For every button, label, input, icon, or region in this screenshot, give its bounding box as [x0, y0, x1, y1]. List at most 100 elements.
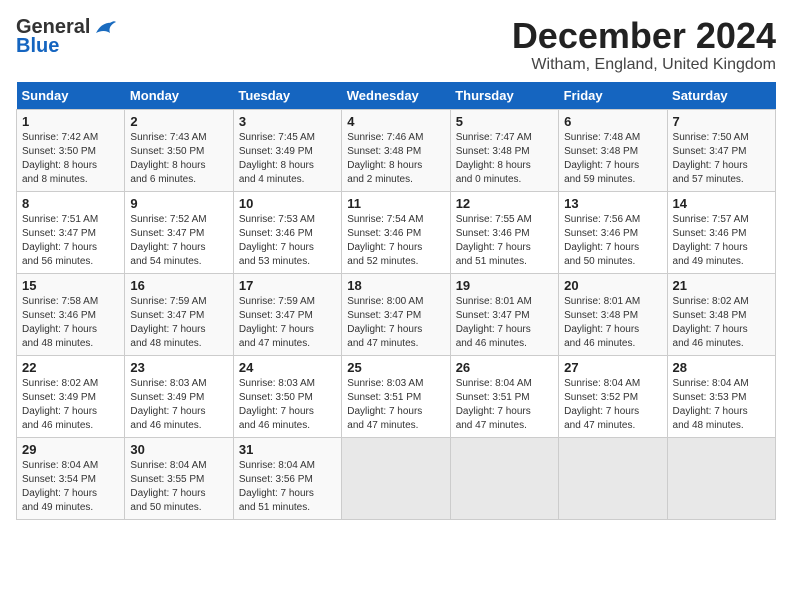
day-info: Sunrise: 8:04 AMSunset: 3:52 PMDaylight:…	[564, 377, 661, 433]
day-header-saturday: Saturday	[667, 82, 775, 110]
day-number: 14	[673, 196, 770, 211]
calendar-cell: 23 Sunrise: 8:03 AMSunset: 3:49 PMDayligh…	[125, 355, 233, 437]
calendar-cell	[450, 437, 558, 519]
day-info: Sunrise: 7:46 AMSunset: 3:48 PMDaylight:…	[347, 131, 444, 187]
day-number: 29	[22, 442, 119, 457]
logo: General Blue	[16, 16, 116, 58]
day-number: 16	[130, 278, 227, 293]
day-info: Sunrise: 7:55 AMSunset: 3:46 PMDaylight:…	[456, 213, 553, 269]
month-title: December 2024	[512, 16, 776, 56]
calendar-cell: 19 Sunrise: 8:01 AMSunset: 3:47 PMDayligh…	[450, 273, 558, 355]
calendar-cell: 18 Sunrise: 8:00 AMSunset: 3:47 PMDayligh…	[342, 273, 450, 355]
calendar-table: SundayMondayTuesdayWednesdayThursdayFrid…	[16, 82, 776, 520]
location: Witham, England, United Kingdom	[512, 56, 776, 74]
day-info: Sunrise: 8:04 AMSunset: 3:55 PMDaylight:…	[130, 459, 227, 515]
day-number: 31	[239, 442, 336, 457]
logo-bird-icon	[94, 19, 116, 37]
calendar-cell: 11Sunrise: 7:54 AMSunset: 3:46 PMDayligh…	[342, 191, 450, 273]
calendar-cell: 2 Sunrise: 7:43 AMSunset: 3:50 PMDaylight…	[125, 109, 233, 191]
day-info: Sunrise: 7:59 AMSunset: 3:47 PMDaylight:…	[130, 295, 227, 351]
day-header-friday: Friday	[559, 82, 667, 110]
week-row-2: 8 Sunrise: 7:51 AMSunset: 3:47 PMDaylight…	[17, 191, 776, 273]
calendar-cell: 25 Sunrise: 8:03 AMSunset: 3:51 PMDayligh…	[342, 355, 450, 437]
calendar-cell: 9Sunrise: 7:52 AMSunset: 3:47 PMDaylight…	[125, 191, 233, 273]
day-number: 15	[22, 278, 119, 293]
week-row-3: 15Sunrise: 7:58 AMSunset: 3:46 PMDayligh…	[17, 273, 776, 355]
calendar-body: 1 Sunrise: 7:42 AMSunset: 3:50 PMDaylight…	[17, 109, 776, 519]
day-info: Sunrise: 8:02 AMSunset: 3:48 PMDaylight:…	[673, 295, 770, 351]
day-number: 12	[456, 196, 553, 211]
day-info: Sunrise: 7:53 AMSunset: 3:46 PMDaylight:…	[239, 213, 336, 269]
day-info: Sunrise: 7:52 AMSunset: 3:47 PMDaylight:…	[130, 213, 227, 269]
day-number: 2	[130, 114, 227, 129]
calendar-cell	[559, 437, 667, 519]
calendar-cell: 29Sunrise: 8:04 AMSunset: 3:54 PMDayligh…	[17, 437, 125, 519]
week-row-4: 22Sunrise: 8:02 AMSunset: 3:49 PMDayligh…	[17, 355, 776, 437]
calendar-cell: 15Sunrise: 7:58 AMSunset: 3:46 PMDayligh…	[17, 273, 125, 355]
day-info: Sunrise: 7:47 AMSunset: 3:48 PMDaylight:…	[456, 131, 553, 187]
day-header-sunday: Sunday	[17, 82, 125, 110]
calendar-cell: 13Sunrise: 7:56 AMSunset: 3:46 PMDayligh…	[559, 191, 667, 273]
day-info: Sunrise: 8:03 AMSunset: 3:50 PMDaylight:…	[239, 377, 336, 433]
calendar-cell: 16 Sunrise: 7:59 AMSunset: 3:47 PMDayligh…	[125, 273, 233, 355]
calendar-cell	[667, 437, 775, 519]
calendar-cell: 3Sunrise: 7:45 AMSunset: 3:49 PMDaylight…	[233, 109, 341, 191]
day-info: Sunrise: 7:59 AMSunset: 3:47 PMDaylight:…	[239, 295, 336, 351]
day-number: 17	[239, 278, 336, 293]
day-number: 20	[564, 278, 661, 293]
day-header-wednesday: Wednesday	[342, 82, 450, 110]
day-header-tuesday: Tuesday	[233, 82, 341, 110]
day-info: Sunrise: 8:04 AMSunset: 3:56 PMDaylight:…	[239, 459, 336, 515]
day-number: 21	[673, 278, 770, 293]
day-info: Sunrise: 8:03 AMSunset: 3:49 PMDaylight:…	[130, 377, 227, 433]
day-info: Sunrise: 7:57 AMSunset: 3:46 PMDaylight:…	[673, 213, 770, 269]
calendar-cell: 27 Sunrise: 8:04 AMSunset: 3:52 PMDayligh…	[559, 355, 667, 437]
calendar-cell: 10Sunrise: 7:53 AMSunset: 3:46 PMDayligh…	[233, 191, 341, 273]
day-number: 25	[347, 360, 444, 375]
day-number: 4	[347, 114, 444, 129]
calendar-cell: 20 Sunrise: 8:01 AMSunset: 3:48 PMDayligh…	[559, 273, 667, 355]
day-number: 8	[22, 196, 119, 211]
calendar-cell: 22Sunrise: 8:02 AMSunset: 3:49 PMDayligh…	[17, 355, 125, 437]
calendar-cell: 4 Sunrise: 7:46 AMSunset: 3:48 PMDaylight…	[342, 109, 450, 191]
calendar-cell: 26Sunrise: 8:04 AMSunset: 3:51 PMDayligh…	[450, 355, 558, 437]
day-info: Sunrise: 7:48 AMSunset: 3:48 PMDaylight:…	[564, 131, 661, 187]
day-number: 23	[130, 360, 227, 375]
calendar-cell: 24 Sunrise: 8:03 AMSunset: 3:50 PMDayligh…	[233, 355, 341, 437]
day-info: Sunrise: 7:43 AMSunset: 3:50 PMDaylight:…	[130, 131, 227, 187]
day-number: 5	[456, 114, 553, 129]
day-number: 11	[347, 196, 444, 211]
day-number: 1	[22, 114, 119, 129]
day-number: 18	[347, 278, 444, 293]
day-number: 19	[456, 278, 553, 293]
calendar-cell: 14 Sunrise: 7:57 AMSunset: 3:46 PMDayligh…	[667, 191, 775, 273]
title-area: December 2024 Witham, England, United Ki…	[512, 16, 776, 74]
day-number: 30	[130, 442, 227, 457]
week-row-1: 1 Sunrise: 7:42 AMSunset: 3:50 PMDaylight…	[17, 109, 776, 191]
day-number: 7	[673, 114, 770, 129]
day-info: Sunrise: 8:01 AMSunset: 3:47 PMDaylight:…	[456, 295, 553, 351]
day-info: Sunrise: 8:02 AMSunset: 3:49 PMDaylight:…	[22, 377, 119, 433]
calendar-cell: 30 Sunrise: 8:04 AMSunset: 3:55 PMDayligh…	[125, 437, 233, 519]
calendar-cell: 28 Sunrise: 8:04 AMSunset: 3:53 PMDayligh…	[667, 355, 775, 437]
calendar-cell: 1 Sunrise: 7:42 AMSunset: 3:50 PMDaylight…	[17, 109, 125, 191]
calendar-cell: 7Sunrise: 7:50 AMSunset: 3:47 PMDaylight…	[667, 109, 775, 191]
day-number: 24	[239, 360, 336, 375]
calendar-cell: 21 Sunrise: 8:02 AMSunset: 3:48 PMDayligh…	[667, 273, 775, 355]
day-info: Sunrise: 8:01 AMSunset: 3:48 PMDaylight:…	[564, 295, 661, 351]
day-info: Sunrise: 8:00 AMSunset: 3:47 PMDaylight:…	[347, 295, 444, 351]
day-number: 27	[564, 360, 661, 375]
day-number: 3	[239, 114, 336, 129]
day-info: Sunrise: 8:04 AMSunset: 3:53 PMDaylight:…	[673, 377, 770, 433]
calendar-cell: 12 Sunrise: 7:55 AMSunset: 3:46 PMDayligh…	[450, 191, 558, 273]
day-info: Sunrise: 8:03 AMSunset: 3:51 PMDaylight:…	[347, 377, 444, 433]
day-number: 28	[673, 360, 770, 375]
calendar-cell	[342, 437, 450, 519]
day-info: Sunrise: 7:51 AMSunset: 3:47 PMDaylight:…	[22, 213, 119, 269]
calendar-header-row: SundayMondayTuesdayWednesdayThursdayFrid…	[17, 82, 776, 110]
calendar-cell: 31 Sunrise: 8:04 AMSunset: 3:56 PMDayligh…	[233, 437, 341, 519]
day-info: Sunrise: 8:04 AMSunset: 3:51 PMDaylight:…	[456, 377, 553, 433]
week-row-5: 29Sunrise: 8:04 AMSunset: 3:54 PMDayligh…	[17, 437, 776, 519]
day-info: Sunrise: 7:42 AMSunset: 3:50 PMDaylight:…	[22, 131, 119, 187]
day-info: Sunrise: 7:56 AMSunset: 3:46 PMDaylight:…	[564, 213, 661, 269]
